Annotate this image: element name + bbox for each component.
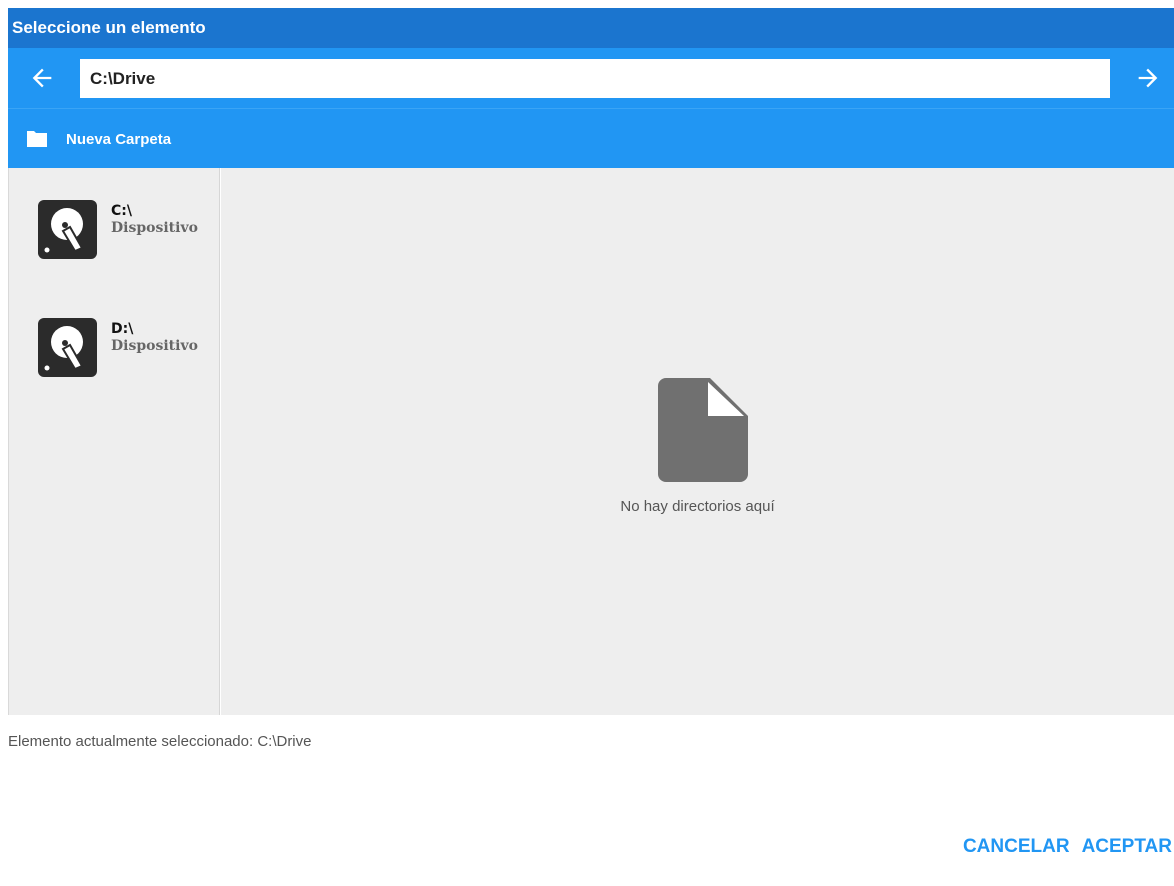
navigation-bar (8, 48, 1174, 108)
folder-icon (27, 131, 47, 147)
drives-sidebar: C:\ Dispositivo D:\ Dispositivo (8, 168, 220, 715)
new-folder-label: Nueva Carpeta (66, 130, 172, 148)
action-bar: Nueva Carpeta (8, 108, 1174, 168)
hard-drive-icon (38, 318, 97, 377)
file-icon (658, 378, 748, 482)
back-button[interactable] (28, 64, 56, 92)
dialog-title: Seleccione un elemento (8, 8, 1174, 48)
arrow-left-icon (32, 68, 52, 88)
directory-listing: No hay directorios aquí (221, 168, 1174, 715)
hard-drive-icon (38, 200, 97, 259)
drive-name: C:\ (111, 203, 132, 219)
drive-name: D:\ (111, 321, 134, 337)
drive-type: Dispositivo (111, 338, 198, 354)
selection-status: Elemento actualmente seleccionado: C:\Dr… (8, 733, 312, 750)
path-input[interactable] (80, 59, 1110, 98)
cancel-button[interactable]: CANCELAR (963, 836, 1070, 858)
drive-item-c[interactable]: C:\ Dispositivo (37, 199, 217, 261)
drive-item-d[interactable]: D:\ Dispositivo (37, 317, 217, 379)
accept-button[interactable]: ACEPTAR (1082, 836, 1172, 858)
forward-button[interactable] (1134, 64, 1162, 92)
drive-type: Dispositivo (111, 220, 198, 236)
arrow-right-icon (1138, 68, 1158, 88)
dialog-edge (0, 0, 8, 715)
file-chooser-dialog: Seleccione un elemento Nueva Carpeta (0, 0, 1174, 886)
dialog-buttons: CANCELAR ACEPTAR (951, 836, 1172, 858)
new-folder-button[interactable]: Nueva Carpeta (26, 127, 171, 151)
empty-message: No hay directorios aquí (620, 498, 775, 515)
